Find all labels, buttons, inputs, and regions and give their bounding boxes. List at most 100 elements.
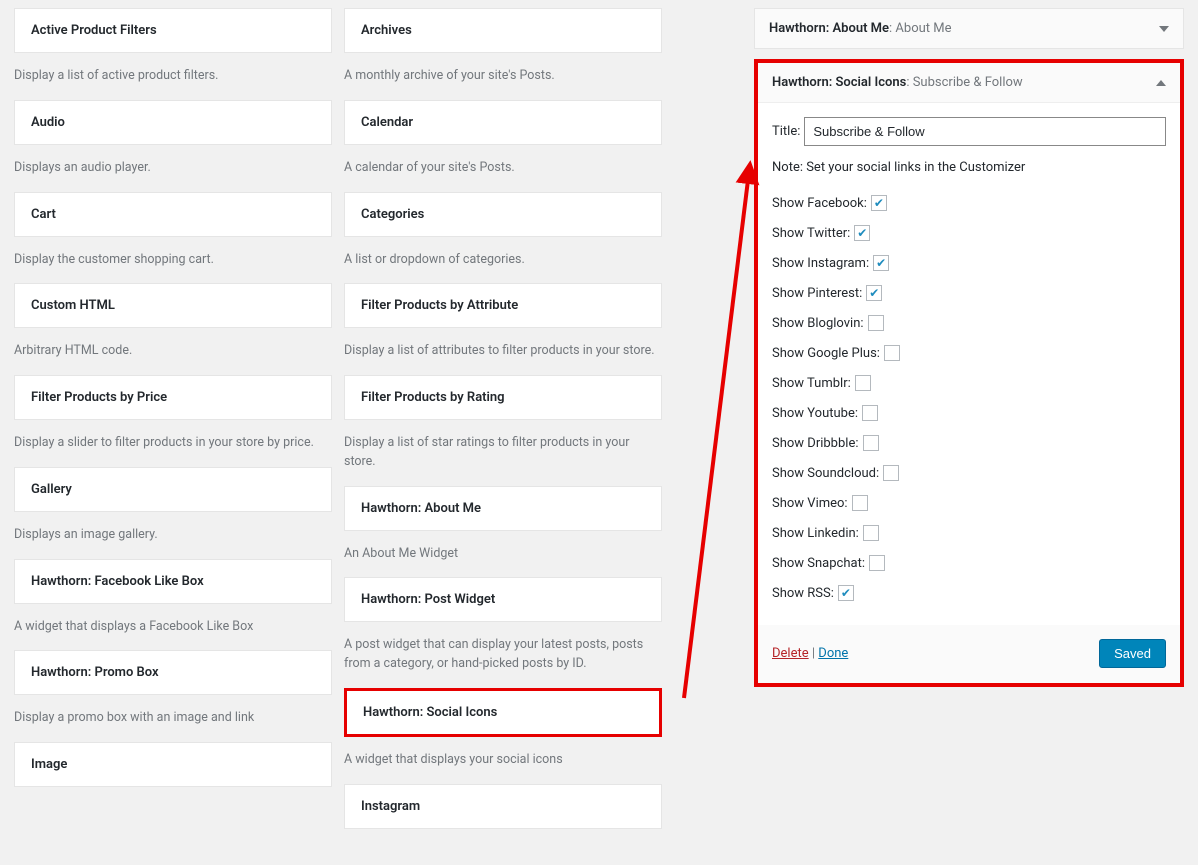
done-link[interactable]: Done	[818, 646, 848, 661]
widget-card-title: Cart	[31, 207, 315, 222]
option-label: Show Linkedin:	[772, 526, 859, 541]
delete-link[interactable]: Delete	[772, 646, 809, 661]
widget-form: Title: Note: Set your social links in th…	[758, 103, 1180, 625]
widget-card-title: Custom HTML	[31, 298, 315, 313]
option-checkbox[interactable]	[868, 315, 884, 331]
option-checkbox[interactable]	[871, 195, 887, 211]
option-row: Show Tumblr:	[772, 375, 1166, 391]
option-label: Show Snapchat:	[772, 556, 865, 571]
widget-social-icons-header[interactable]: Hawthorn: Social Icons: Subscribe & Foll…	[758, 63, 1180, 103]
widget-card-title: Filter Products by Attribute	[361, 298, 645, 313]
widget-card-title: Hawthorn: About Me	[361, 501, 645, 516]
option-label: Show Tumblr:	[772, 376, 851, 391]
option-checkbox[interactable]	[862, 405, 878, 421]
option-checkbox[interactable]	[883, 465, 899, 481]
widget-card[interactable]: Filter Products by Price	[14, 375, 332, 420]
widget-card-desc: An About Me Widget	[344, 531, 662, 578]
option-label: Show RSS:	[772, 586, 834, 601]
widget-card[interactable]: Audio	[14, 100, 332, 145]
option-checkbox[interactable]	[873, 255, 889, 271]
widget-card[interactable]: Active Product Filters	[14, 8, 332, 53]
widget-card-title: Gallery	[31, 482, 315, 497]
widget-card[interactable]: Archives	[344, 8, 662, 53]
option-checkbox[interactable]	[855, 375, 871, 391]
option-row: Show Linkedin:	[772, 525, 1166, 541]
widget-card[interactable]: Gallery	[14, 467, 332, 512]
option-row: Show Facebook:	[772, 195, 1166, 211]
chevron-down-icon	[1159, 26, 1169, 32]
widget-card-desc: Displays an image gallery.	[14, 512, 332, 559]
widget-card[interactable]: Filter Products by Rating	[344, 375, 662, 420]
widget-card[interactable]: Instagram	[344, 784, 662, 829]
option-checkbox[interactable]	[838, 585, 854, 601]
option-label: Show Soundcloud:	[772, 466, 879, 481]
widget-card-desc: A widget that displays your social icons	[344, 737, 662, 784]
widget-actions: Delete | Done Saved	[758, 625, 1180, 682]
widget-card-title: Active Product Filters	[31, 23, 315, 38]
option-row: Show Dribbble:	[772, 435, 1166, 451]
widget-card-title: Archives	[361, 23, 645, 38]
option-label: Show Pinterest:	[772, 286, 862, 301]
widget-card-desc: Display a promo box with an image and li…	[14, 695, 332, 742]
title-label: Title:	[772, 124, 800, 139]
option-row: Show Pinterest:	[772, 285, 1166, 301]
widget-card[interactable]: Hawthorn: About Me	[344, 486, 662, 531]
option-label: Show Twitter:	[772, 226, 850, 241]
title-input[interactable]	[804, 117, 1166, 146]
widget-card-title: Audio	[31, 115, 315, 130]
widget-card-title: Hawthorn: Post Widget	[361, 592, 645, 607]
widget-card-title: Hawthorn: Social Icons	[363, 705, 643, 720]
option-row: Show Instagram:	[772, 255, 1166, 271]
widget-card[interactable]: Hawthorn: Social Icons	[344, 688, 662, 737]
option-row: Show Soundcloud:	[772, 465, 1166, 481]
widget-card-desc	[344, 829, 662, 857]
widget-header-name: Hawthorn: About Me	[769, 21, 889, 36]
widget-card-desc: Display a list of attributes to filter p…	[344, 328, 662, 375]
option-row: Show Google Plus:	[772, 345, 1166, 361]
widget-social-icons-open: Hawthorn: Social Icons: Subscribe & Foll…	[754, 59, 1184, 687]
option-checkbox[interactable]	[863, 525, 879, 541]
widget-card-title: Hawthorn: Facebook Like Box	[31, 574, 315, 589]
widget-card-desc: Arbitrary HTML code.	[14, 328, 332, 375]
widget-card[interactable]: Cart	[14, 192, 332, 237]
option-label: Show Instagram:	[772, 256, 869, 271]
widget-about-me-header[interactable]: Hawthorn: About Me: About Me	[754, 8, 1184, 49]
option-checkbox[interactable]	[866, 285, 882, 301]
widget-card[interactable]: Hawthorn: Post Widget	[344, 577, 662, 622]
saved-button[interactable]: Saved	[1099, 639, 1166, 668]
widget-card-desc: A calendar of your site's Posts.	[344, 145, 662, 192]
widget-card-title: Filter Products by Rating	[361, 390, 645, 405]
option-row: Show Vimeo:	[772, 495, 1166, 511]
option-checkbox[interactable]	[852, 495, 868, 511]
widget-card-title: Filter Products by Price	[31, 390, 315, 405]
option-row: Show Snapchat:	[772, 555, 1166, 571]
widget-card[interactable]: Filter Products by Attribute	[344, 283, 662, 328]
option-label: Show Dribbble:	[772, 436, 859, 451]
chevron-up-icon	[1156, 80, 1166, 86]
widget-header-name: Hawthorn: Social Icons	[772, 75, 906, 90]
widget-card-desc: Display a slider to filter products in y…	[14, 420, 332, 467]
widget-card[interactable]: Hawthorn: Promo Box	[14, 650, 332, 695]
widget-area-panel: Hawthorn: About Me: About Me Hawthorn: S…	[754, 8, 1184, 857]
option-checkbox[interactable]	[884, 345, 900, 361]
option-label: Show Vimeo:	[772, 496, 848, 511]
widget-card-desc: Display a list of star ratings to filter…	[344, 420, 662, 486]
widget-card-desc: A monthly archive of your site's Posts.	[344, 53, 662, 100]
option-label: Show Facebook:	[772, 196, 867, 211]
option-checkbox[interactable]	[854, 225, 870, 241]
widget-card-title: Calendar	[361, 115, 645, 130]
widget-card[interactable]: Categories	[344, 192, 662, 237]
option-label: Show Google Plus:	[772, 346, 880, 361]
widget-card-title: Instagram	[361, 799, 645, 814]
widget-card[interactable]: Calendar	[344, 100, 662, 145]
widget-card[interactable]: Hawthorn: Facebook Like Box	[14, 559, 332, 604]
option-checkbox[interactable]	[869, 555, 885, 571]
widget-card-desc: Display a list of active product filters…	[14, 53, 332, 100]
widget-card-title: Image	[31, 757, 315, 772]
widget-card-desc: A widget that displays a Facebook Like B…	[14, 604, 332, 651]
title-field-row: Title:	[772, 117, 1166, 146]
widget-card[interactable]: Custom HTML	[14, 283, 332, 328]
option-checkbox[interactable]	[863, 435, 879, 451]
widget-card-desc: Display the customer shopping cart.	[14, 237, 332, 284]
option-label: Show Bloglovin:	[772, 316, 864, 331]
